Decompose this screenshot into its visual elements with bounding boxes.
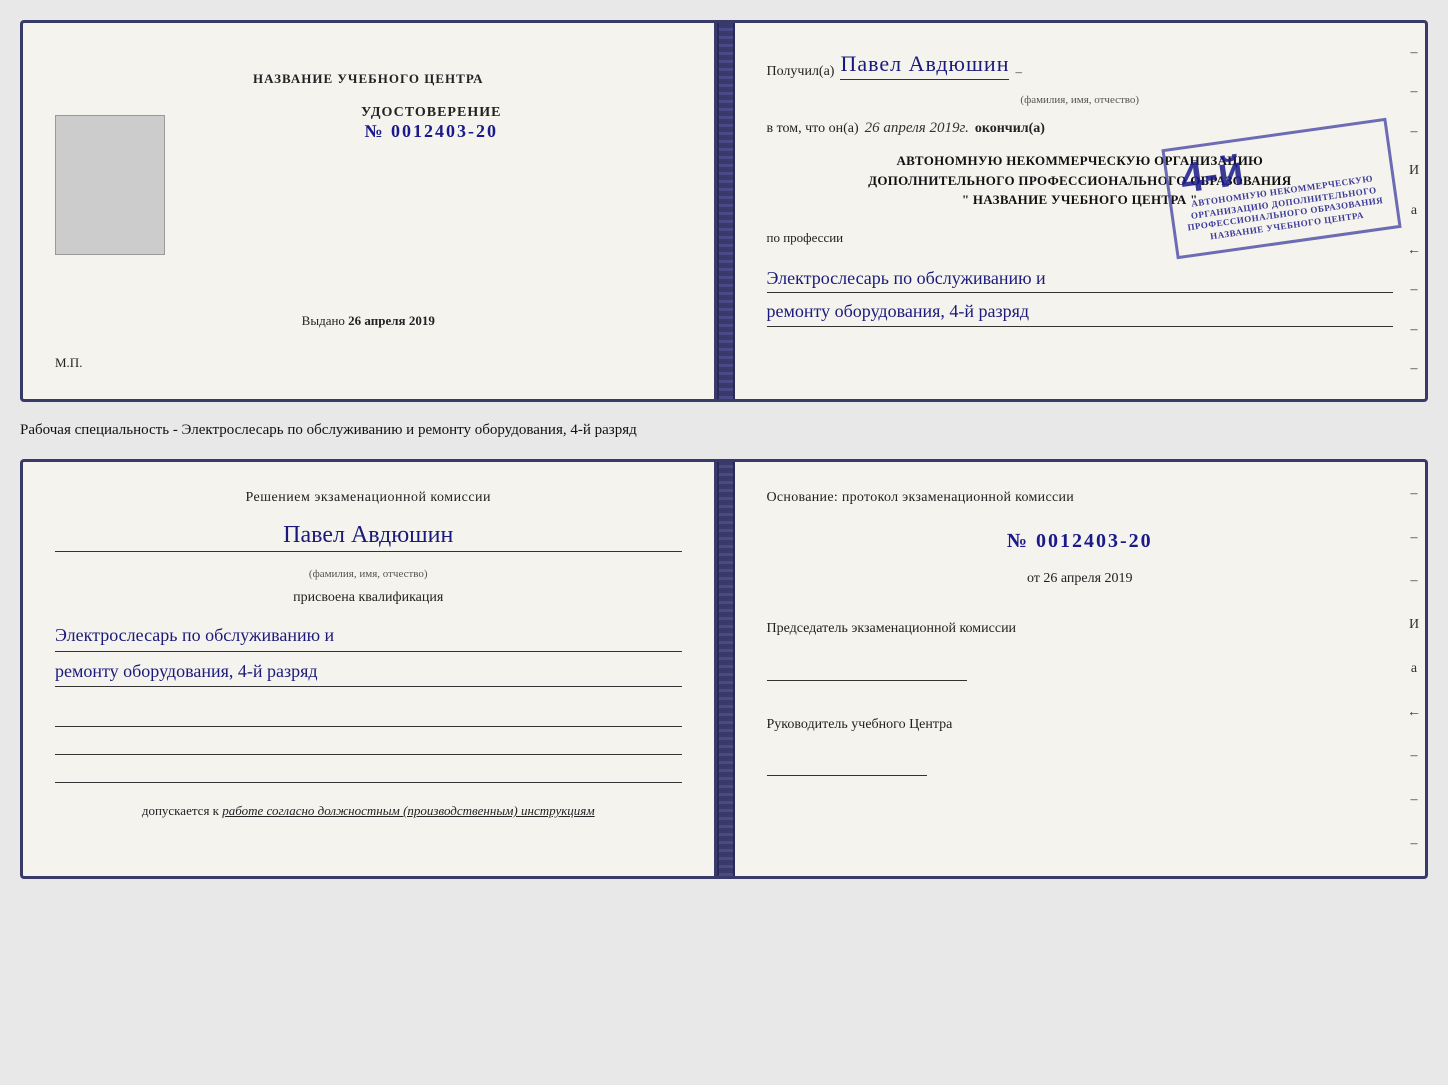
document-top: НАЗВАНИЕ УЧЕБНОГО ЦЕНТРА УДОСТОВЕРЕНИЕ №… (20, 20, 1428, 402)
rukovoditel-sig-line (767, 754, 927, 776)
cert-label: УДОСТОВЕРЕНИЕ (181, 105, 682, 121)
qual-line2: ремонту оборудования, 4-й разряд (55, 656, 682, 688)
fio-label-bottom: (фамилия, имя, отчество) (55, 568, 682, 580)
sig-line-2 (55, 733, 682, 755)
protokol-number: № 0012403-20 (767, 530, 1394, 553)
right-dashes-bottom: – – – И а ← – – – (1403, 462, 1425, 876)
rukovoditel-label: Руководитель учебного Центра (767, 715, 1394, 735)
vtom-date: 26 апреля 2019г. (865, 120, 969, 137)
dopuskaetsya-block: допускается к работе согласно должностны… (142, 803, 595, 819)
profession-line1: Электрослесарь по обслуживанию и (767, 264, 1394, 294)
osnov-label: Основание: протокол экзаменационной коми… (767, 490, 1394, 506)
profession-block: Электрослесарь по обслуживанию и ремонту… (767, 260, 1394, 328)
dopuskaetsya-val: работе согласно должностным (производств… (222, 803, 594, 818)
assigned-label: присвоена квалификация (55, 590, 682, 606)
right-dashes: – – – И а ← – – – (1403, 23, 1425, 399)
received-line: Получил(а) Павел Авдюшин – (767, 51, 1394, 80)
training-center-title: НАЗВАНИЕ УЧЕБНОГО ЦЕНТРА (253, 71, 484, 87)
page-wrapper: НАЗВАНИЕ УЧЕБНОГО ЦЕНТРА УДОСТОВЕРЕНИЕ №… (20, 20, 1428, 879)
photo-placeholder (55, 115, 165, 255)
fio-label-top: (фамилия, имя, отчество) (767, 94, 1394, 106)
doc-bottom-right: Основание: протокол экзаменационной коми… (735, 462, 1426, 876)
qual-block: Электрослесарь по обслуживанию и ремонту… (55, 616, 682, 687)
doc-top-left: НАЗВАНИЕ УЧЕБНОГО ЦЕНТРА УДОСТОВЕРЕНИЕ №… (23, 23, 717, 399)
sig-line-1 (55, 705, 682, 727)
decision-name: Павел Авдюшин (55, 522, 682, 552)
sig-line-3 (55, 761, 682, 783)
issued-line: Выдано 26 апреля 2019 (302, 313, 435, 329)
chairman-label: Председатель экзаменационной комиссии (767, 619, 1394, 639)
doc-spine (717, 23, 735, 399)
doc-top-right: Получил(а) Павел Авдюшин – (фамилия, имя… (735, 23, 1426, 399)
doc-bottom-spine (717, 462, 735, 876)
chairman-sig-line (767, 659, 967, 681)
mp-label: М.П. (55, 355, 82, 371)
document-bottom-outer: Решением экзаменационной комиссии Павел … (20, 459, 1428, 879)
qual-line1: Электрослесарь по обслуживанию и (55, 620, 682, 652)
cert-block: УДОСТОВЕРЕНИЕ № 0012403-20 (181, 105, 682, 142)
signature-lines (55, 705, 682, 783)
document-top-outer: НАЗВАНИЕ УЧЕБНОГО ЦЕНТРА УДОСТОВЕРЕНИЕ №… (20, 20, 1428, 402)
decision-title: Решением экзаменационной комиссии (55, 490, 682, 506)
profession-line2: ремонту оборудования, 4-й разряд (767, 297, 1394, 327)
ot-date: от 26 апреля 2019 (767, 571, 1394, 587)
received-name: Павел Авдюшин (840, 51, 1009, 80)
doc-bottom-left: Решением экзаменационной комиссии Павел … (23, 462, 717, 876)
document-bottom: Решением экзаменационной комиссии Павел … (20, 459, 1428, 879)
cert-number: № 0012403-20 (181, 121, 682, 142)
separator-text: Рабочая специальность - Электрослесарь п… (20, 420, 1428, 441)
